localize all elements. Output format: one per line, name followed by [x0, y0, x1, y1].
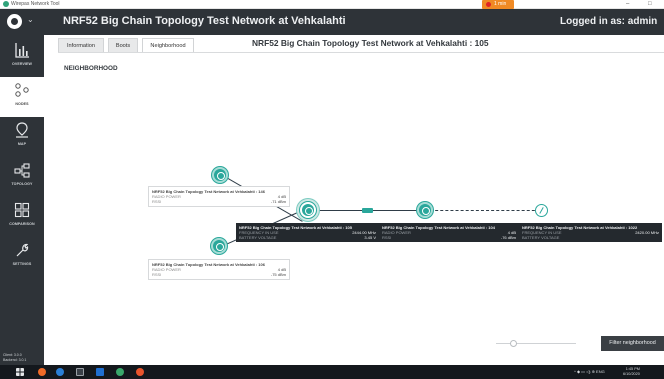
card-row: RSSI -76 dBm	[382, 235, 516, 240]
sidebar-item-label: NODES	[15, 102, 29, 106]
tab-information[interactable]: Information	[58, 38, 104, 52]
sidebar-item-topology[interactable]: TOPOLOGY	[0, 157, 44, 197]
recording-label: 1 min	[494, 1, 507, 7]
tab-neighborhood[interactable]: Neighborhood	[142, 38, 194, 52]
logged-in-user[interactable]: Logged in as: admin	[560, 16, 657, 27]
node-info-card: NRF52 Big Chain Topology Test Network at…	[148, 259, 290, 280]
app-window: Wirepas Network Tool 1 min – □ ⌄ NRF52 B…	[0, 0, 664, 379]
link-quality-badge	[362, 208, 373, 213]
record-dot-icon	[486, 2, 491, 7]
sidebar-item-map[interactable]: MAP	[0, 117, 44, 157]
network-title: NRF52 Big Chain Topology Test Network at…	[63, 15, 346, 27]
sidebar-item-label: COMPARISON	[9, 222, 35, 226]
filter-neighborhood-button[interactable]: Filter neighborhood	[601, 336, 664, 351]
version-info: Client: 3.0.0 Backend: 3.0.1	[3, 353, 27, 362]
chevron-down-icon[interactable]: ⌄	[27, 15, 34, 24]
sidebar-item-settings[interactable]: SETTINGS	[0, 237, 44, 277]
node-146[interactable]	[214, 169, 226, 181]
app-logo-icon[interactable]	[7, 14, 22, 29]
app-icon	[3, 1, 9, 7]
sidebar-item-nodes[interactable]: NODES	[0, 77, 44, 117]
node-1022[interactable]	[535, 204, 548, 217]
wrench-icon	[16, 243, 29, 257]
card-row: BATTERY VOLTAGE 3.45 V	[239, 235, 376, 240]
node-105-center[interactable]	[302, 204, 314, 216]
slider-thumb[interactable]	[510, 340, 517, 347]
card-row: BATTERY VOLTAGE	[522, 235, 560, 240]
bar-chart-icon	[15, 43, 29, 58]
graph-edge-lost	[425, 210, 545, 211]
recorder-icon[interactable]	[136, 368, 144, 376]
node-104[interactable]	[419, 204, 431, 216]
window-title: Wirepas Network Tool	[11, 1, 60, 7]
system-tray[interactable]: ^ ◆ ▭ ◁) ⊕ ENG	[574, 365, 605, 379]
sidebar-item-overview[interactable]: OVERVIEW	[0, 37, 44, 77]
browser-icon[interactable]	[56, 368, 64, 376]
windows-start-icon[interactable]	[16, 368, 24, 376]
node-info-card: NRF52 Big Chain Topology Test Network at…	[148, 186, 290, 207]
zoom-slider[interactable]	[496, 340, 576, 347]
minimize-button[interactable]: –	[626, 0, 629, 9]
topology-icon	[14, 163, 30, 178]
node-info-card-selected: NRF52 Big Chain Topology Test Network at…	[236, 223, 379, 242]
nodes-icon	[15, 83, 29, 97]
card-row: RSSI -71 dBm	[152, 199, 286, 204]
os-taskbar: ^ ◆ ▭ ◁) ⊕ ENG 1:45 PM 6/10/2020	[0, 365, 664, 379]
card-row: RSSI -75 dBm	[152, 272, 286, 277]
node-info-card: NRF52 Big Chain Topology Test Network at…	[519, 223, 662, 242]
page-title: NRF52 Big Chain Topology Test Network at…	[252, 38, 489, 48]
sidebar: OVERVIEW NODES MAP TOPOLOGY COMPARISON S…	[0, 35, 44, 365]
firefox-icon[interactable]	[38, 368, 46, 376]
sidebar-item-label: MAP	[17, 142, 27, 146]
tab-boots[interactable]: Boots	[108, 38, 138, 52]
node-106[interactable]	[213, 240, 225, 252]
window-titlebar: Wirepas Network Tool 1 min – □	[0, 0, 664, 9]
node-info-card: NRF52 Big Chain Topology Test Network at…	[379, 223, 519, 242]
comparison-icon	[14, 202, 30, 218]
sidebar-item-comparison[interactable]: COMPARISON	[0, 197, 44, 237]
sidebar-item-label: OVERVIEW	[11, 62, 33, 66]
restore-button[interactable]: □	[648, 0, 652, 9]
clock[interactable]: 1:45 PM 6/10/2020	[623, 367, 640, 377]
terminal-icon[interactable]	[76, 368, 84, 376]
sidebar-item-label: SETTINGS	[12, 262, 32, 266]
recording-indicator[interactable]: 1 min	[482, 0, 514, 9]
app-header: ⌄ NRF52 Big Chain Topology Test Network …	[0, 9, 664, 35]
map-icon	[16, 122, 28, 138]
mail-icon[interactable]	[96, 368, 104, 376]
sidebar-item-label: TOPOLOGY	[11, 182, 33, 186]
neighborhood-graph[interactable]: NRF52 Big Chain Topology Test Network at…	[44, 53, 664, 365]
app-taskbar-icon[interactable]	[116, 368, 124, 376]
